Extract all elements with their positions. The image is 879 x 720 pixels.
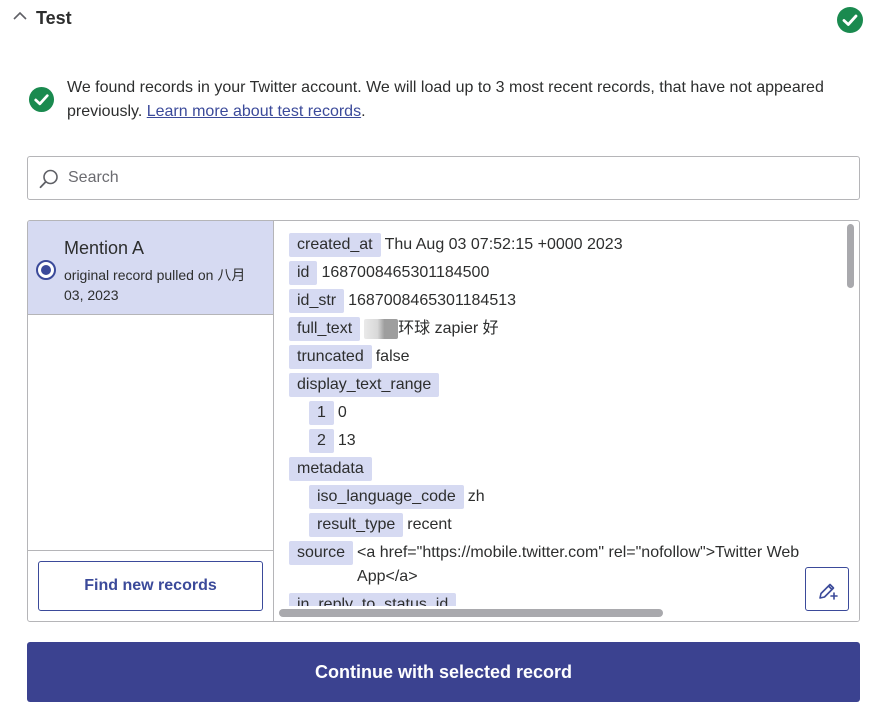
- data-value: 1687008465301184513: [348, 292, 517, 309]
- chevron-up-icon[interactable]: [12, 8, 28, 24]
- data-key[interactable]: full_text: [289, 317, 361, 341]
- data-value: 13: [337, 432, 356, 449]
- record-data-content: created_at Thu Aug 03 07:52:15 +0000 202…: [275, 233, 835, 621]
- check-circle-icon: [837, 7, 863, 33]
- search-box[interactable]: [27, 156, 860, 200]
- record-data-view[interactable]: created_at Thu Aug 03 07:52:15 +0000 202…: [275, 221, 859, 621]
- data-value: <a href="https://mobile.twitter.com" rel…: [357, 544, 800, 585]
- info-trailing: .: [361, 103, 366, 120]
- record-subtitle: original record pulled on 八月 03, 2023: [64, 267, 246, 303]
- data-value: 0: [337, 404, 347, 421]
- data-row: full_text 环球 zapier 好: [275, 317, 835, 345]
- vertical-scrollbar[interactable]: [843, 221, 857, 606]
- data-key[interactable]: result_type: [309, 513, 404, 537]
- record-list-footer: Find new records: [28, 550, 273, 621]
- data-row: 2 13: [275, 429, 835, 457]
- data-value: false: [375, 348, 410, 365]
- radio-dot: [41, 265, 51, 275]
- data-key[interactable]: id_str: [289, 289, 345, 313]
- data-value: 环球 zapier 好: [398, 320, 499, 337]
- data-key[interactable]: 1: [309, 401, 334, 425]
- data-key[interactable]: 2: [309, 429, 334, 453]
- record-list: Mention A original record pulled on 八月 0…: [28, 221, 274, 621]
- radio-selected[interactable]: [36, 260, 56, 280]
- data-value: recent: [407, 516, 452, 533]
- data-row: iso_language_code zh: [275, 485, 835, 513]
- records-panel: Mention A original record pulled on 八月 0…: [27, 220, 860, 622]
- data-key[interactable]: truncated: [289, 345, 372, 369]
- data-row: id_str 1687008465301184513: [275, 289, 835, 317]
- data-key[interactable]: id: [289, 261, 318, 285]
- data-value: zh: [467, 488, 485, 505]
- data-row: result_type recent: [275, 513, 835, 541]
- vertical-scroll-thumb[interactable]: [847, 224, 854, 288]
- section-header[interactable]: Test: [0, 0, 879, 40]
- data-row: display_text_range: [275, 373, 835, 401]
- data-key[interactable]: metadata: [289, 457, 372, 481]
- data-key[interactable]: display_text_range: [289, 373, 440, 397]
- edit-record-button[interactable]: [805, 567, 849, 611]
- data-row: source <a href="https://mobile.twitter.c…: [275, 541, 835, 593]
- continue-with-selected-record-button[interactable]: Continue with selected record: [27, 642, 860, 702]
- check-circle-icon: [28, 86, 55, 113]
- data-key[interactable]: created_at: [289, 233, 381, 257]
- search-input[interactable]: [68, 157, 848, 199]
- data-row: metadata: [275, 457, 835, 485]
- horizontal-scroll-thumb[interactable]: [279, 609, 663, 617]
- data-value: 1687008465301184500: [321, 264, 490, 281]
- data-key[interactable]: iso_language_code: [309, 485, 464, 509]
- find-new-records-button[interactable]: Find new records: [38, 561, 263, 611]
- learn-more-link[interactable]: Learn more about test records: [147, 103, 361, 120]
- edit-add-icon: [819, 583, 838, 600]
- data-key[interactable]: source: [289, 541, 354, 565]
- data-row: 1 0: [275, 401, 835, 429]
- data-value: Thu Aug 03 07:52:15 +0000 2023: [384, 236, 623, 253]
- record-item-mention-a[interactable]: Mention A original record pulled on 八月 0…: [28, 221, 273, 315]
- data-row: created_at Thu Aug 03 07:52:15 +0000 202…: [275, 233, 835, 261]
- record-title: Mention A: [64, 238, 145, 258]
- info-text: We found records in your Twitter account…: [67, 76, 827, 124]
- data-row: truncated false: [275, 345, 835, 373]
- data-row: id 1687008465301184500: [275, 261, 835, 289]
- section-title: Test: [36, 8, 72, 28]
- search-icon: [39, 169, 58, 189]
- redacted-text: [364, 319, 399, 339]
- horizontal-scrollbar[interactable]: [275, 606, 859, 621]
